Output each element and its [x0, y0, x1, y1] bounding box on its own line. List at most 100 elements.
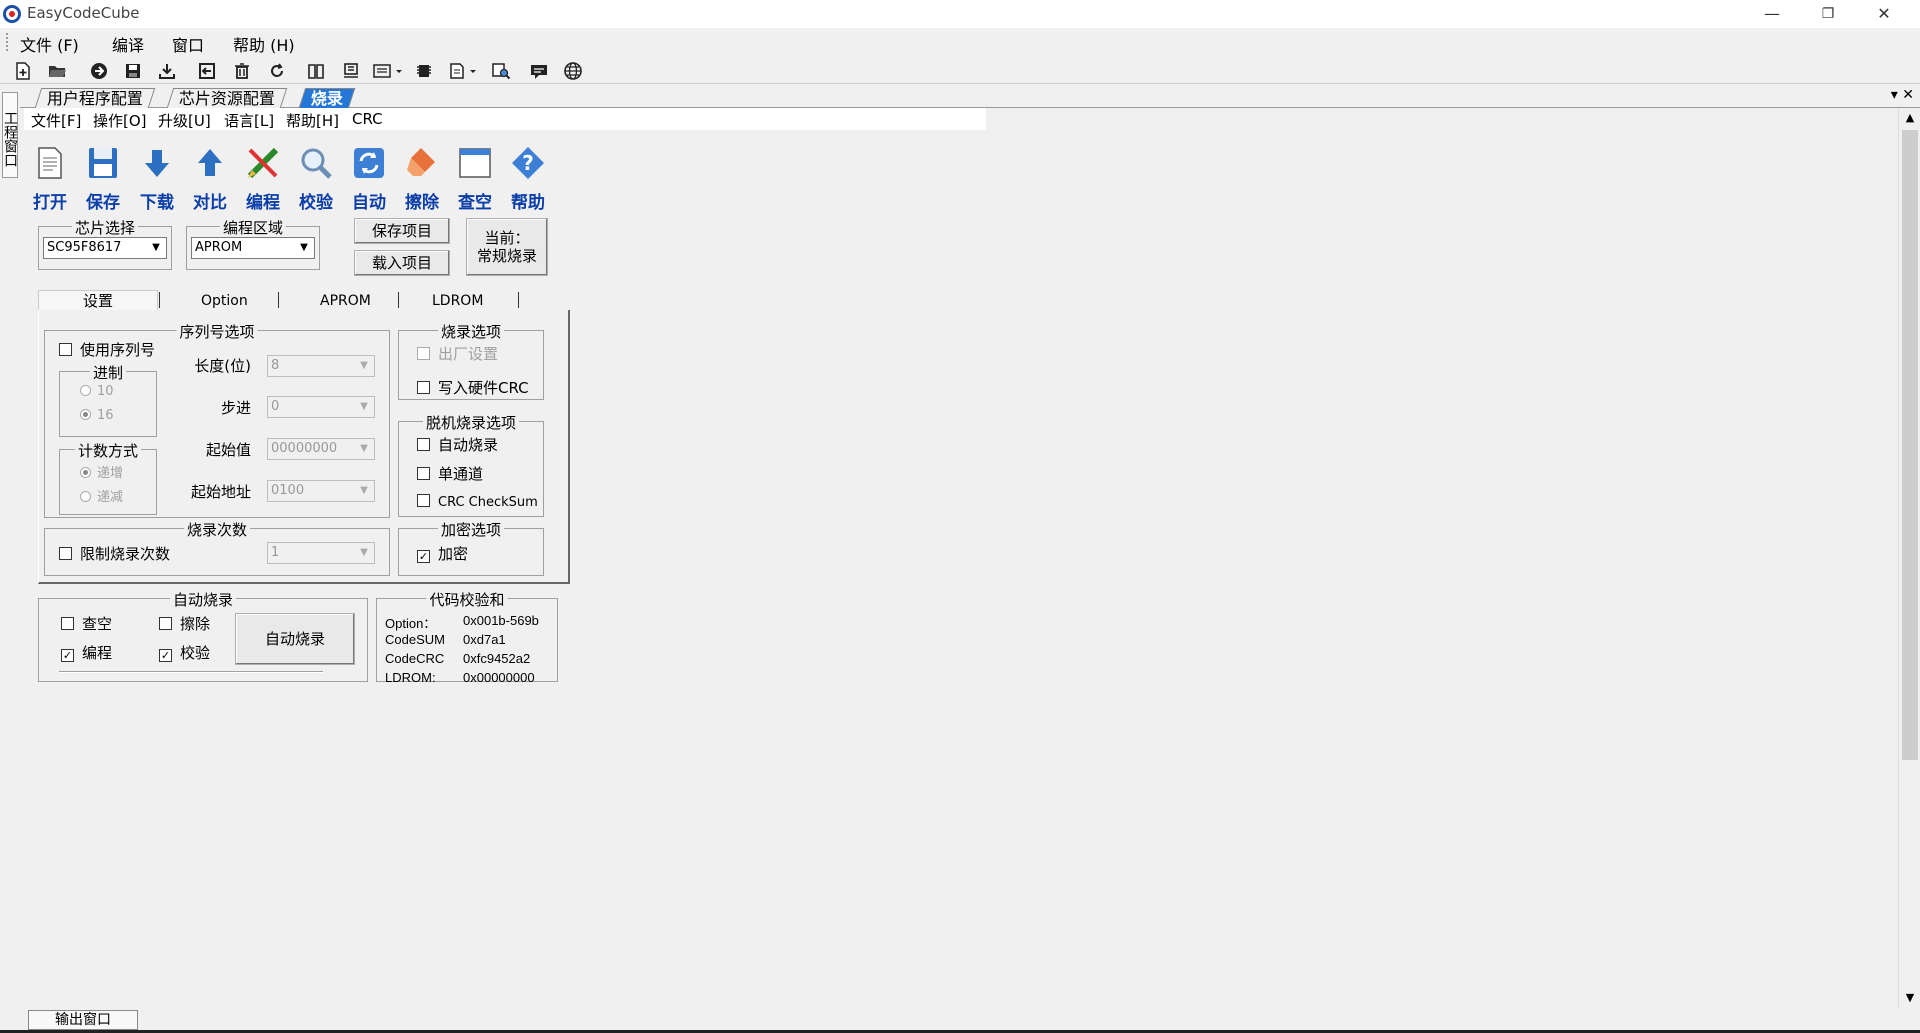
download-tray-icon[interactable] [156, 60, 178, 82]
radix-title: 进制 [89, 362, 127, 383]
limit-burn-count-checkbox[interactable]: 限制烧录次数 [59, 543, 170, 564]
scroll-down-icon[interactable]: ▼ [1899, 988, 1920, 1008]
restore-button[interactable]: ❐ [1800, 0, 1856, 28]
burn-menu-upgrade[interactable]: 升级[U] [158, 110, 211, 131]
radix-10-radio[interactable]: 10 [80, 384, 114, 399]
document-dropdown-icon[interactable] [448, 60, 482, 82]
help-button[interactable]: ? 帮助 [505, 144, 551, 213]
single-channel-checkbox[interactable]: 单通道 [417, 463, 483, 484]
burn-menu-crc[interactable]: CRC [352, 110, 383, 128]
auto-program-checkbox[interactable]: ✓ 编程 [61, 642, 112, 663]
save-project-button[interactable]: 保存项目 [354, 218, 450, 244]
scroll-up-icon[interactable]: ▲ [1899, 108, 1920, 128]
auto-blank-check-checkbox[interactable]: 查空 [61, 613, 112, 634]
download-button[interactable]: 下载 [134, 144, 180, 213]
auto-verify-checkbox[interactable]: ✓ 校验 [159, 642, 210, 663]
auto-button[interactable]: 自动 [346, 144, 392, 213]
minimize-button[interactable]: — [1744, 0, 1800, 28]
factory-setting-checkbox[interactable]: 出厂设置 [417, 343, 498, 364]
globe-icon[interactable] [562, 60, 584, 82]
program-button[interactable]: 编程 [240, 144, 286, 213]
trash-icon[interactable] [231, 60, 253, 82]
tab-user-program-config[interactable]: 用户程序配置 [34, 88, 156, 108]
radio-dot [80, 385, 91, 396]
tab-burn[interactable]: 烧录 [298, 88, 356, 108]
monitor-icon[interactable] [340, 60, 362, 82]
subtab-option[interactable]: Option [201, 293, 248, 309]
subtab-aprom[interactable]: APROM [320, 293, 371, 309]
count-mode-group: 计数方式 递增 递减 [59, 440, 157, 515]
layout-dropdown-icon[interactable] [372, 60, 406, 82]
start-address-value: 0100 [271, 483, 305, 498]
load-project-button[interactable]: 载入项目 [354, 250, 450, 276]
auto-burn-button[interactable]: 自动烧录 [235, 613, 355, 665]
blank-check-button[interactable]: 查空 [452, 144, 498, 213]
burn-count-combo[interactable]: 1 ▼ [267, 542, 375, 564]
encrypt-checkbox[interactable]: ✓ 加密 [417, 543, 468, 564]
export-icon[interactable] [196, 60, 218, 82]
auto-burn-checkbox[interactable]: 自动烧录 [417, 434, 498, 455]
scrollbar-thumb[interactable] [1902, 130, 1918, 760]
save-button[interactable]: 保存 [80, 144, 126, 213]
radix-16-radio[interactable]: 16 [80, 408, 114, 423]
count-inc-radio[interactable]: 递增 [80, 462, 123, 481]
write-hw-crc-checkbox[interactable]: 写入硬件CRC [417, 377, 529, 398]
verify-button[interactable]: 校验 [293, 144, 339, 213]
checkbox-box: ✓ [61, 649, 74, 662]
search-doc-icon[interactable] [490, 60, 512, 82]
close-button[interactable]: ✕ [1856, 0, 1912, 28]
project-window-tab[interactable]: 工程窗口 [2, 92, 18, 178]
vertical-scrollbar[interactable]: ▲ ▼ [1898, 108, 1920, 1008]
serial-options-group: 序列号选项 使用序列号 进制 10 16 计数方式 递增 递减 长度(位) 8 ▼… [44, 321, 390, 518]
start-address-combo[interactable]: 0100 ▼ [267, 480, 375, 502]
refresh-icon[interactable] [266, 60, 288, 82]
subtab-separator [518, 292, 519, 308]
chevron-down-icon: ▼ [152, 242, 160, 253]
chip-icon[interactable] [413, 60, 435, 82]
open-folder-icon[interactable] [46, 60, 68, 82]
menu-compile[interactable]: 编译 [112, 32, 144, 56]
save-disk-icon[interactable] [122, 60, 144, 82]
message-icon[interactable] [528, 60, 550, 82]
burn-count-group: 烧录次数 限制烧录次数 1 ▼ [44, 519, 390, 576]
compare-button[interactable]: 对比 [187, 144, 233, 213]
subtab-ldrom[interactable]: LDROM [432, 293, 483, 309]
forward-circle-icon[interactable] [88, 60, 110, 82]
burn-menu-operate[interactable]: 操作[O] [93, 110, 147, 131]
length-combo[interactable]: 8 ▼ [267, 355, 375, 377]
new-file-icon[interactable] [12, 60, 34, 82]
auto-verify-label: 校验 [180, 644, 211, 662]
verify-label: 校验 [299, 193, 333, 213]
count-dec-radio[interactable]: 递减 [80, 486, 123, 505]
menu-file[interactable]: 文件 (F) [20, 32, 79, 56]
burn-menu-help[interactable]: 帮助[H] [286, 110, 339, 131]
tab-close-controls[interactable]: ▾ ✕ [1891, 87, 1914, 103]
subtab-settings[interactable]: 设置 [83, 290, 113, 311]
checksum-codesum-key: CodeSUM [385, 632, 445, 647]
start-value-combo[interactable]: 00000000 ▼ [267, 438, 375, 460]
checkbox-box [159, 617, 172, 630]
use-serial-checkbox[interactable]: 使用序列号 [59, 339, 155, 360]
burn-menu-file[interactable]: 文件[F] [31, 110, 81, 131]
checkbox-box [417, 381, 430, 394]
program-area-combo[interactable]: APROM ▼ [191, 237, 315, 259]
auto-erase-checkbox[interactable]: 擦除 [159, 613, 210, 634]
checksum-option-key: Option： [385, 616, 437, 631]
burn-menu-language[interactable]: 语言[L] [224, 110, 274, 131]
tab-chip-resource-config[interactable]: 芯片资源配置 [166, 88, 288, 108]
step-combo[interactable]: 0 ▼ [267, 396, 375, 418]
crc-checksum-checkbox[interactable]: CRC CheckSum [417, 494, 538, 510]
book-icon[interactable] [305, 60, 327, 82]
radio-dot [80, 467, 91, 478]
chip-select-combo[interactable]: SC95F8617 ▼ [43, 237, 167, 259]
subtab-separator [398, 292, 399, 308]
checksum-codecrc-key: CodeCRC [385, 651, 445, 666]
offline-options-group: 脱机烧录选项 自动烧录 单通道 CRC CheckSum [398, 412, 544, 517]
menu-bar: 文件 (F) 编译 窗口 帮助 (H) [0, 28, 1920, 56]
current-mode-button[interactable]: 当前： 常规烧录 [466, 218, 548, 276]
menu-window[interactable]: 窗口 [172, 32, 204, 56]
erase-button[interactable]: 擦除 [399, 144, 445, 213]
menu-help[interactable]: 帮助 (H) [233, 32, 295, 56]
open-button[interactable]: 打开 [27, 144, 73, 213]
output-window-tab[interactable]: 输出窗口 [28, 1010, 138, 1030]
